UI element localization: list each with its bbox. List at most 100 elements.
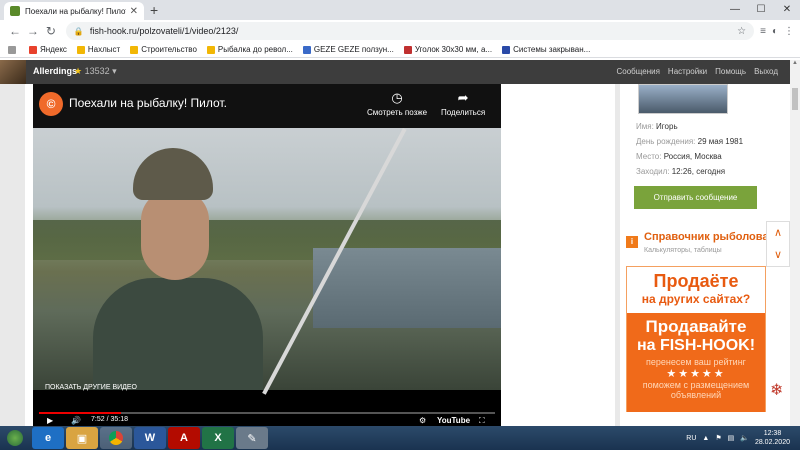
avatar[interactable] [0, 60, 26, 84]
fullscreen-icon[interactable]: ⛶ [479, 416, 485, 426]
profile-photo[interactable] [638, 84, 728, 114]
lock-icon[interactable]: 🔒 [74, 27, 84, 36]
bookmark-item[interactable]: Системы закрыван... [502, 45, 590, 54]
send-message-button[interactable]: Отправить сообщение [634, 186, 757, 209]
reference-title[interactable]: Справочник рыболова [644, 231, 769, 243]
extension-icon[interactable]: ◐ [772, 26, 778, 37]
bookmark-label: Рыбалка до револ... [217, 45, 293, 54]
video-frame[interactable] [33, 128, 501, 395]
bookmark-icon [502, 45, 511, 54]
close-window-icon[interactable]: ✕ [774, 0, 800, 20]
folder-icon[interactable]: ▣ [66, 427, 98, 449]
scroll-up-icon[interactable]: ∧ [767, 222, 789, 244]
minimize-icon[interactable]: — [722, 0, 748, 20]
bookmark-star-icon[interactable]: ☆ [737, 26, 746, 37]
maximize-icon[interactable]: ☐ [748, 0, 774, 20]
bookmark-item[interactable]: GEZE GEZE ползун... [302, 45, 394, 54]
promo-line-3: Продавайте [645, 317, 747, 336]
apps-grid-icon [8, 45, 16, 54]
speaker-icon[interactable]: 🔈 [740, 434, 749, 442]
right-column: Имя: Игорь День рождения: 29 мая 1981 Ме… [620, 84, 790, 426]
back-icon[interactable]: ← [6, 24, 24, 38]
scrollbar-up-icon[interactable]: ▲ [790, 60, 800, 70]
name-key: Имя: [636, 122, 654, 131]
profile-birthday: День рождения: 29 мая 1981 [636, 137, 743, 146]
fisherman-hat [133, 148, 213, 200]
chrome-icon[interactable] [100, 427, 132, 449]
channel-logo-icon[interactable]: © [39, 92, 63, 116]
user-rating[interactable]: ★ 13532 ▾ [74, 66, 117, 77]
share-button[interactable]: ➦ Поделиться [441, 90, 485, 117]
word-icon[interactable]: W [134, 427, 166, 449]
tab-title: Поехали на рыбалку! Пилот. (в [25, 6, 126, 16]
promo-line-2: на других сайтах? [641, 292, 751, 306]
pdf-icon[interactable]: A [168, 427, 200, 449]
reload-icon[interactable]: ↻ [42, 24, 60, 38]
flag-icon[interactable]: ⚑ [715, 434, 721, 442]
bookmark-icon [403, 45, 412, 54]
bookmark-item[interactable]: Строительство [130, 45, 197, 54]
start-button[interactable] [0, 426, 30, 450]
reference-subtitle[interactable]: Калькуляторы, таблицы [644, 247, 722, 254]
excel-icon[interactable]: X [202, 427, 234, 449]
menu-icon[interactable]: ⋮ [784, 26, 794, 37]
video-progress-bar[interactable] [39, 412, 495, 414]
video-title[interactable]: Поехали на рыбалку! Пилот. [69, 96, 227, 110]
nav-help[interactable]: Помощь [715, 67, 746, 76]
bookmark-item[interactable]: Уголок 30х30 мм, а... [403, 45, 492, 54]
scroll-down-icon[interactable]: ∨ [767, 244, 789, 266]
username[interactable]: Allerdings [33, 66, 77, 76]
reading-list-icon[interactable]: ≡ [760, 26, 766, 37]
page-scrollbar[interactable]: ▲ [790, 60, 800, 426]
bookmark-label: Нахлыст [87, 45, 121, 54]
bookmark-label: Строительство [141, 45, 197, 54]
bookmark-item[interactable]: Рыбалка до револ... [206, 45, 293, 54]
watch-later-button[interactable]: ◷ Смотреть позже [367, 90, 427, 117]
close-tab-icon[interactable]: ✕ [130, 6, 138, 17]
profile-name: Имя: Игорь [636, 122, 678, 131]
ie-icon[interactable]: e [32, 427, 64, 449]
youtube-logo[interactable]: YouTube [437, 416, 470, 425]
browser-tab[interactable]: Поехали на рыбалку! Пилот. (в ✕ [4, 2, 144, 20]
bookmarks-bar: Яндекс Нахлыст Строительство Рыбалка до рев… [0, 42, 800, 58]
scrollbar-thumb[interactable] [792, 88, 798, 110]
bookmark-item[interactable]: Яндекс [29, 45, 67, 54]
gear-icon[interactable]: ⚙ [419, 416, 426, 425]
more-videos-link[interactable]: ПОКАЗАТЬ ДРУГИЕ ВИДЕО [45, 384, 137, 391]
volume-icon[interactable]: 🔊 [71, 416, 81, 425]
progress-fill [39, 412, 122, 414]
windows-logo-icon [7, 430, 23, 446]
clock[interactable]: 12:38 28.02.2020 [755, 429, 790, 447]
paint-icon[interactable]: ✎ [236, 427, 268, 449]
apps-icon[interactable] [8, 45, 19, 54]
language-indicator[interactable]: RU [686, 435, 696, 442]
promo-line-4: на FISH-HOOK! [636, 337, 756, 354]
address-bar[interactable]: 🔒 fish-hook.ru/polzovateli/1/video/2123/… [65, 22, 755, 40]
browser-toolbar: ← → ↻ 🔒 fish-hook.ru/polzovateli/1/video… [0, 20, 800, 42]
top-nav: Сообщения Настройки Помощь Выход [617, 67, 779, 76]
bookmark-label: GEZE GEZE ползун... [313, 45, 394, 54]
snowflake-icon: ❄ [770, 382, 784, 399]
seen-value: 12:26, сегодня [671, 167, 726, 176]
video-player[interactable]: © Поехали на рыбалку! Пилот. ◷ Смотреть … [33, 84, 501, 426]
bday-value: 29 мая 1981 [697, 137, 744, 146]
play-icon[interactable]: ▶ [47, 416, 53, 425]
fisherman-body [93, 278, 263, 390]
show-hidden-icon[interactable]: ▲ [702, 435, 709, 442]
url-text[interactable]: fish-hook.ru/polzovateli/1/video/2123/ [90, 26, 737, 36]
new-tab-icon[interactable]: + [150, 2, 158, 18]
bookmark-icon [29, 45, 37, 54]
nav-messages[interactable]: Сообщения [617, 67, 660, 76]
bookmark-icon [206, 45, 215, 54]
bookmark-item[interactable]: Нахлыст [76, 45, 121, 54]
forward-icon[interactable]: → [24, 24, 42, 38]
promo-line-6: поможем с размещением объявлений [642, 380, 750, 400]
network-icon[interactable]: ▤ [728, 434, 735, 442]
promo-banner[interactable]: Продаёте на других сайтах? Продавайте на… [626, 266, 766, 412]
nav-settings[interactable]: Настройки [668, 67, 707, 76]
promo-stars-icon: ★★★★★ [666, 368, 726, 380]
video-topbar: © Поехали на рыбалку! Пилот. ◷ Смотреть … [33, 84, 501, 128]
windows-taskbar: e ▣ W A X ✎ RU ▲ ⚑ ▤ 🔈 12:38 28.02.2020 [0, 426, 800, 450]
nav-logout[interactable]: Выход [754, 67, 778, 76]
promo-line-5: перенесем ваш рейтинг [646, 357, 746, 367]
